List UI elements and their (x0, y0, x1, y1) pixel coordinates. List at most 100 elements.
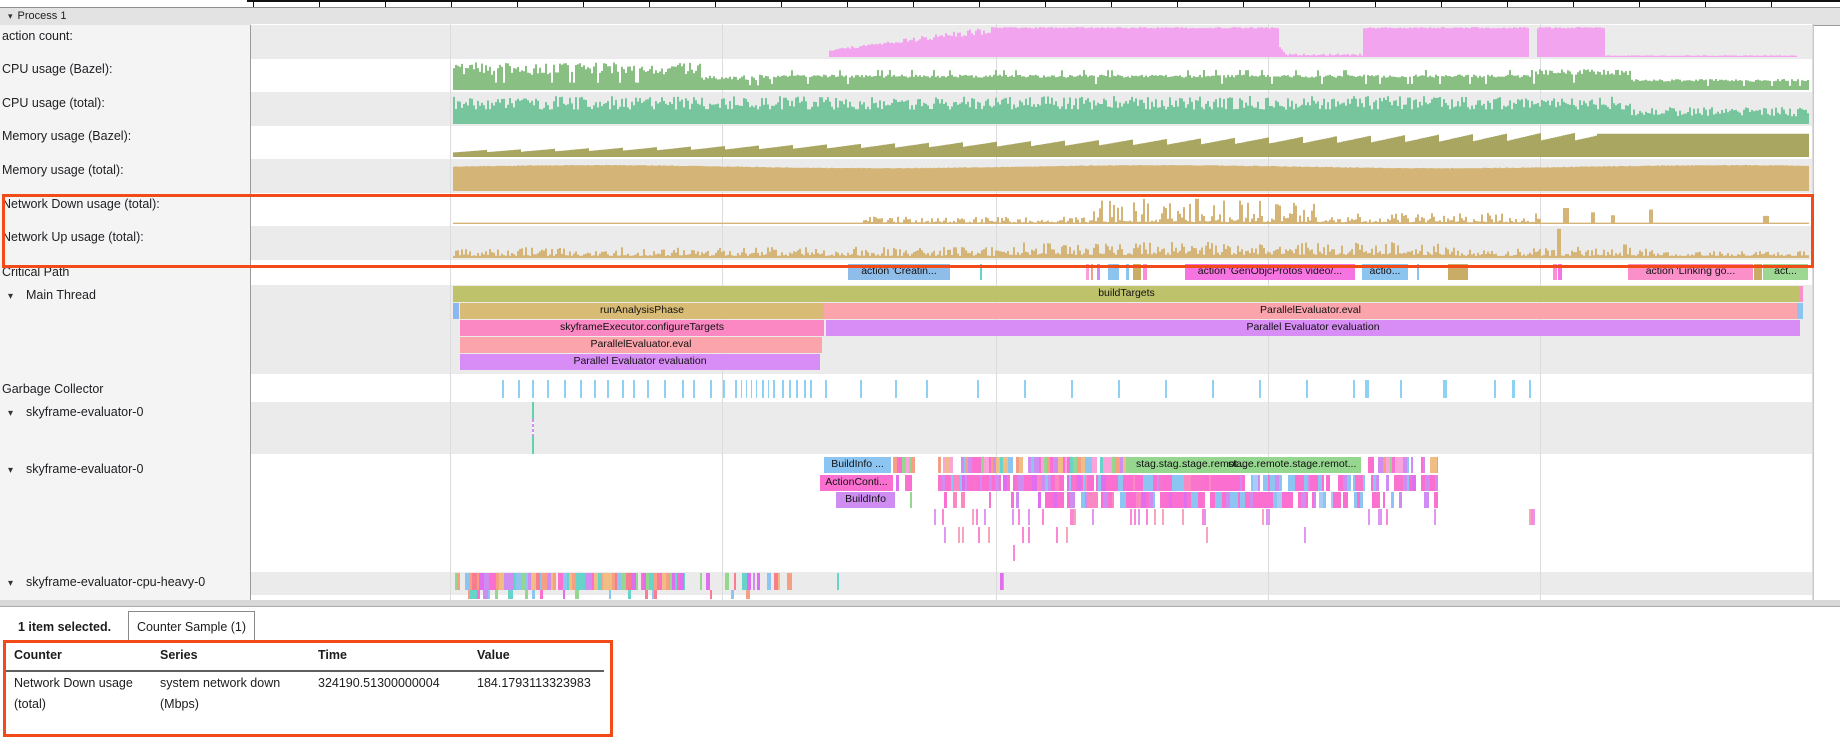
cpu-heavy-stripe[interactable] (457, 573, 460, 590)
cpu-heavy-stripe[interactable] (1003, 573, 1004, 590)
evaluator-stripe[interactable] (1290, 492, 1293, 508)
evaluator-stripe[interactable] (1399, 492, 1402, 508)
gc-tick[interactable] (1118, 380, 1120, 398)
gc-tick[interactable] (710, 380, 712, 398)
deep-call-line[interactable] (1134, 509, 1136, 525)
gc-tick[interactable] (810, 380, 812, 398)
sidebar-counter-label-4[interactable]: Memory usage (total): (2, 163, 124, 177)
gc-tick[interactable] (1259, 380, 1261, 398)
evaluator-slice[interactable] (1211, 475, 1240, 491)
sidebar-thread-label-1[interactable]: ▾Main Thread (0, 288, 96, 302)
deep-call-line[interactable] (988, 527, 990, 543)
sidebar-thread-label-3[interactable]: ▾skyframe-evaluator-0 (0, 405, 143, 419)
critical-path-slice[interactable] (1126, 264, 1129, 280)
gc-tick[interactable] (804, 380, 806, 398)
evaluator-stripe[interactable] (911, 457, 915, 473)
cpu-heavy-substripe[interactable] (731, 590, 734, 599)
main-thread-slice[interactable]: Parallel Evaluator evaluation (460, 354, 820, 370)
gc-tick[interactable] (580, 380, 582, 398)
cpu-heavy-stripe[interactable] (753, 573, 755, 590)
gc-tick[interactable] (1353, 380, 1355, 398)
deep-call-line[interactable] (1162, 509, 1164, 525)
cpu-heavy-stripe[interactable] (757, 573, 760, 590)
deep-call-line[interactable] (1268, 509, 1270, 525)
table-header-series[interactable]: Series (160, 648, 198, 662)
evaluator-stripe[interactable] (1092, 475, 1094, 491)
gc-tick[interactable] (633, 380, 635, 398)
deep-call-line[interactable] (944, 527, 946, 543)
cpu-heavy-substripe[interactable] (609, 590, 611, 599)
gc-tick[interactable] (735, 380, 737, 398)
evaluator-stripe[interactable] (1060, 492, 1064, 508)
sidebar-counter-label-2[interactable]: CPU usage (total): (2, 96, 105, 110)
evaluator-stripe[interactable] (1407, 457, 1409, 473)
evaluator-stripe[interactable] (944, 492, 947, 508)
cpu-heavy-substripe[interactable] (525, 590, 528, 599)
deep-call-line[interactable] (1012, 509, 1014, 525)
critical-path-slice[interactable] (1133, 264, 1141, 280)
deep-call-line[interactable] (1206, 527, 1208, 543)
main-thread-slice[interactable]: ParallelEvaluator.eval (824, 303, 1797, 319)
sidebar-counter-label-3[interactable]: Memory usage (Bazel): (2, 129, 131, 143)
critical-path-slice[interactable] (1448, 264, 1468, 280)
deep-call-line[interactable] (1204, 509, 1206, 525)
critical-path-slice[interactable] (1558, 264, 1562, 280)
evaluator-stripe[interactable] (953, 492, 957, 508)
critical-path-slice[interactable]: act... (1763, 264, 1808, 280)
sidebar-thread-label-5[interactable]: ▾skyframe-evaluator-cpu-heavy-0 (0, 575, 205, 589)
evaluator-stripe[interactable] (1112, 492, 1114, 508)
evaluator-stripe[interactable] (1343, 492, 1348, 508)
evaluator-stripe[interactable] (1016, 492, 1019, 508)
evaluator-stripe[interactable] (1376, 475, 1379, 491)
deep-call-line[interactable] (1018, 509, 1020, 525)
timeline-canvas[interactable]: action 'Creatin...action 'GenObjcProtos … (251, 24, 1813, 600)
evaluator-idle-slice[interactable] (532, 419, 534, 436)
deep-call-line[interactable] (1533, 509, 1535, 525)
evaluator-stripe[interactable] (1306, 492, 1308, 508)
evaluator-stripe[interactable] (1372, 457, 1374, 473)
main-thread-slice[interactable]: Parallel Evaluator evaluation (826, 320, 1800, 336)
evaluator-stripe[interactable] (1386, 475, 1389, 491)
gc-tick[interactable] (594, 380, 596, 398)
cpu-heavy-substripe[interactable] (645, 590, 648, 599)
counter-track-mem_bazel[interactable] (251, 128, 1813, 157)
cpu-heavy-stripe[interactable] (684, 573, 685, 590)
critical-path-slice[interactable] (1754, 264, 1762, 280)
deep-call-line[interactable] (1042, 509, 1044, 525)
gc-tick[interactable] (622, 380, 624, 398)
gc-tick[interactable] (1400, 380, 1402, 398)
cpu-heavy-substripe[interactable] (477, 590, 480, 599)
gc-tick[interactable] (895, 380, 897, 398)
cpu-heavy-stripe[interactable] (778, 573, 780, 590)
evaluator-stripe[interactable] (1202, 492, 1205, 508)
cpu-heavy-substripe[interactable] (532, 590, 535, 599)
collapse-arrow-icon[interactable]: ▾ (8, 465, 26, 476)
deep-call-line[interactable] (972, 509, 974, 525)
cpu-heavy-substripe[interactable] (508, 590, 513, 599)
gc-tick[interactable] (723, 380, 725, 398)
tab-counter-sample[interactable]: Counter Sample (1) (128, 611, 255, 642)
gc-tick[interactable] (693, 380, 695, 398)
critical-path-slice[interactable] (980, 264, 982, 280)
evaluator-stripe[interactable] (896, 475, 899, 491)
evaluator-stripe[interactable] (1338, 492, 1341, 508)
gc-tick[interactable] (782, 380, 784, 398)
sidebar-counter-label-1[interactable]: CPU usage (Bazel): (2, 62, 112, 76)
gc-tick[interactable] (1212, 380, 1214, 398)
cpu-heavy-stripe[interactable] (837, 573, 839, 590)
evaluator-slice[interactable]: stag.stag...stage.remot...stage.remote.s… (1128, 457, 1361, 473)
cpu-heavy-substripe[interactable] (495, 590, 498, 599)
cpu-heavy-substripe[interactable] (746, 590, 750, 599)
evaluator-stripe[interactable] (1323, 492, 1326, 508)
cpu-heavy-substripe[interactable] (488, 590, 490, 599)
deep-call-line[interactable] (1380, 509, 1382, 525)
evaluator-stripe[interactable] (1375, 492, 1380, 508)
counter-track-cpu_bazel[interactable] (251, 61, 1813, 90)
main-thread-slice[interactable] (453, 303, 459, 319)
gc-tick[interactable] (796, 380, 798, 398)
deep-call-line[interactable] (1028, 527, 1030, 543)
critical-path-slice[interactable] (1086, 264, 1089, 280)
gc-tick[interactable] (664, 380, 666, 398)
critical-path-slice[interactable] (1143, 264, 1147, 280)
cpu-heavy-stripe[interactable] (747, 573, 751, 590)
